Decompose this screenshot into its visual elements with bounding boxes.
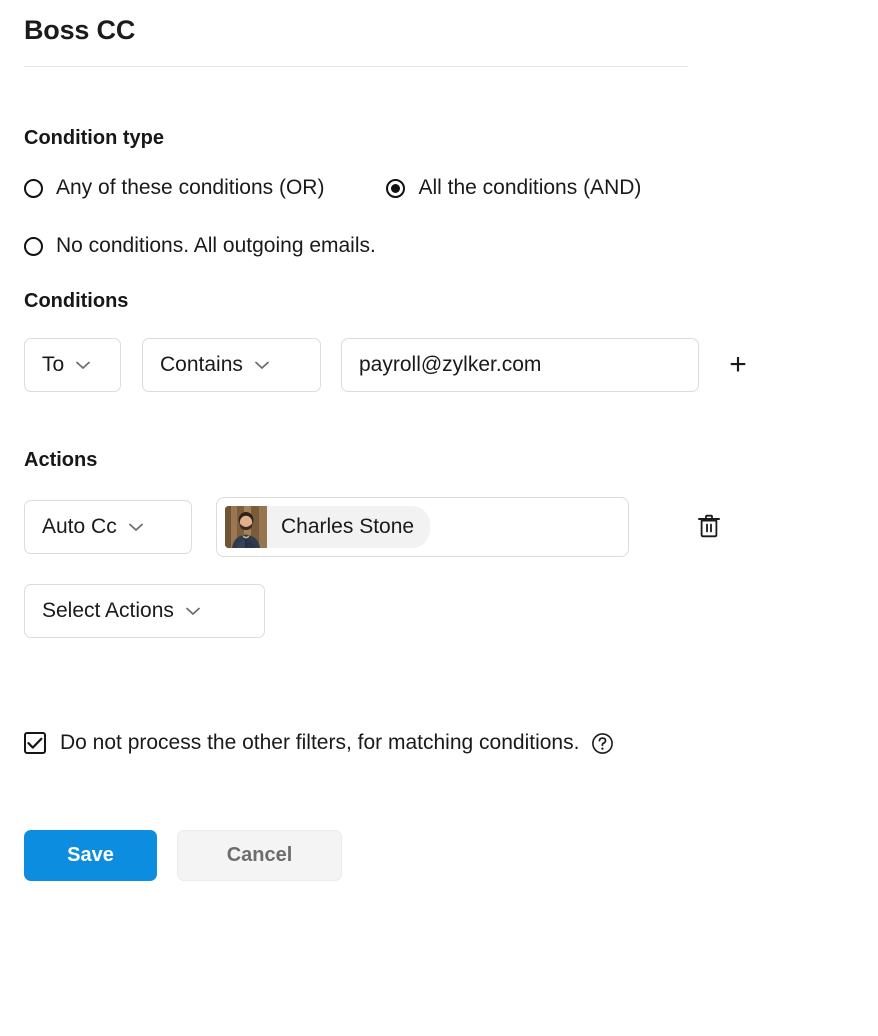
stop-processing-label: Do not process the other filters, for ma… bbox=[60, 730, 579, 756]
condition-field-select[interactable]: To bbox=[24, 338, 121, 392]
stop-processing-checkbox[interactable] bbox=[24, 732, 46, 754]
radio-label-no-conditions: No conditions. All outgoing emails. bbox=[56, 233, 376, 259]
condition-type-row-1: Any of these conditions (OR) All the con… bbox=[24, 171, 854, 205]
page-header: Boss CC bbox=[24, 0, 854, 67]
save-button[interactable]: Save bbox=[24, 830, 157, 881]
cancel-button[interactable]: Cancel bbox=[177, 830, 342, 881]
condition-type-radio-group: Any of these conditions (OR) All the con… bbox=[24, 171, 854, 263]
filter-editor-page: Boss CC Condition type Any of these cond… bbox=[0, 0, 878, 1036]
question-mark-icon[interactable] bbox=[591, 732, 614, 755]
chevron-down-icon bbox=[129, 523, 143, 532]
radio-icon-all-conditions[interactable] bbox=[386, 179, 405, 198]
footer-buttons: Save Cancel bbox=[24, 830, 854, 881]
recipient-name: Charles Stone bbox=[267, 514, 430, 540]
radio-icon-any-conditions[interactable] bbox=[24, 179, 43, 198]
title-divider bbox=[24, 66, 688, 67]
radio-option-all-conditions[interactable]: All the conditions (AND) bbox=[386, 175, 641, 201]
radio-option-no-conditions[interactable]: No conditions. All outgoing emails. bbox=[24, 233, 376, 259]
radio-option-any-conditions[interactable]: Any of these conditions (OR) bbox=[24, 175, 324, 201]
radio-label-any-conditions: Any of these conditions (OR) bbox=[56, 175, 324, 201]
delete-action-button[interactable] bbox=[692, 510, 726, 544]
condition-field-value: To bbox=[42, 352, 64, 378]
actions-heading: Actions bbox=[24, 447, 854, 473]
action-type-select[interactable]: Auto Cc bbox=[24, 500, 192, 554]
add-condition-button[interactable]: + bbox=[724, 351, 752, 379]
recipient-chip[interactable]: Charles Stone bbox=[225, 506, 430, 548]
trash-icon bbox=[697, 513, 721, 542]
select-actions-dropdown[interactable]: Select Actions bbox=[24, 584, 265, 638]
add-action-row: Select Actions bbox=[24, 584, 854, 638]
page-title: Boss CC bbox=[24, 12, 854, 48]
conditions-heading: Conditions bbox=[24, 288, 854, 314]
action-type-value: Auto Cc bbox=[42, 514, 117, 540]
radio-icon-no-conditions[interactable] bbox=[24, 237, 43, 256]
stop-processing-row: Do not process the other filters, for ma… bbox=[24, 730, 854, 756]
condition-type-heading: Condition type bbox=[24, 125, 854, 151]
radio-label-all-conditions: All the conditions (AND) bbox=[418, 175, 641, 201]
condition-row: To Contains + bbox=[24, 338, 854, 392]
action-recipient-field[interactable]: Charles Stone bbox=[216, 497, 629, 557]
condition-operator-select[interactable]: Contains bbox=[142, 338, 321, 392]
condition-type-row-2: No conditions. All outgoing emails. bbox=[24, 229, 854, 263]
chevron-down-icon bbox=[186, 607, 200, 616]
chevron-down-icon bbox=[255, 361, 269, 370]
chevron-down-icon bbox=[76, 361, 90, 370]
action-row: Auto Cc bbox=[24, 497, 854, 557]
condition-operator-value: Contains bbox=[160, 352, 243, 378]
condition-value-input[interactable] bbox=[341, 338, 699, 392]
select-actions-value: Select Actions bbox=[42, 598, 174, 624]
avatar bbox=[225, 506, 267, 548]
